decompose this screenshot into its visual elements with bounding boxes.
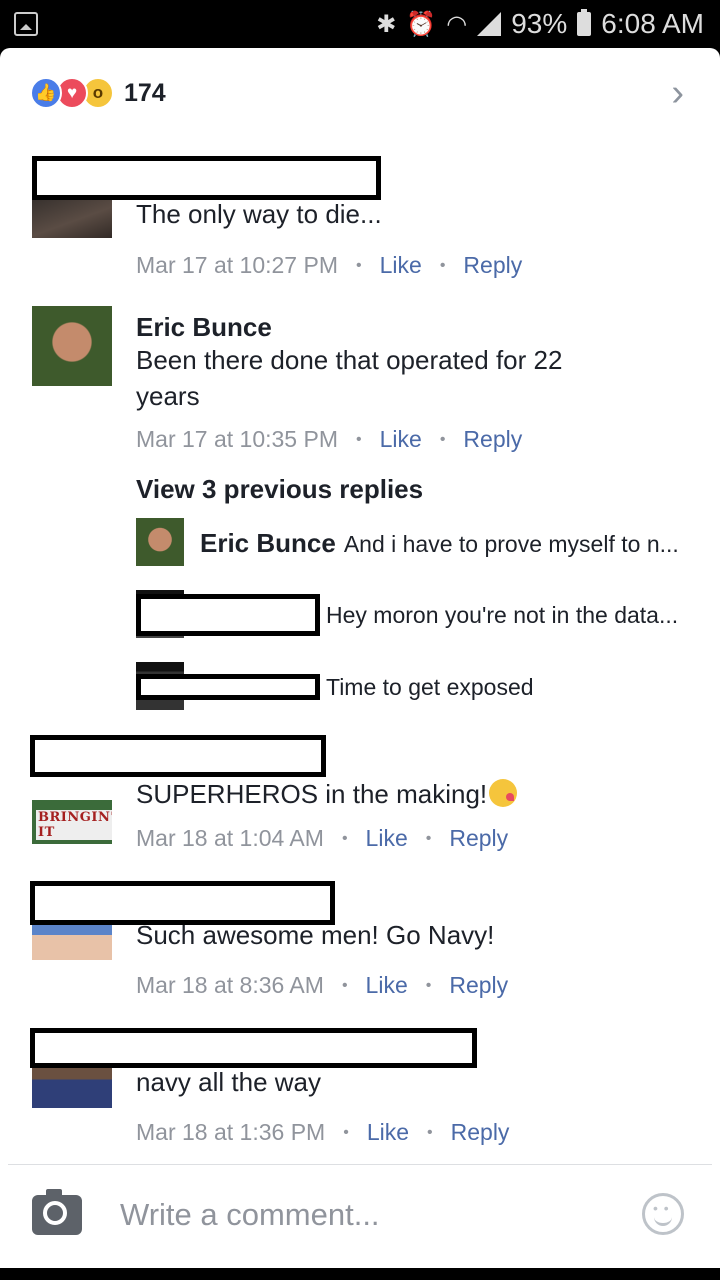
comment-input[interactable]: Write a comment... [120, 1197, 380, 1233]
separator-dot: • [439, 430, 446, 448]
comment-composer: Write a comment... [0, 1165, 720, 1268]
redacted-author [136, 594, 320, 636]
comment-text: Been there done that operated for 22 yea… [136, 345, 563, 411]
separator-dot: • [439, 256, 446, 274]
reply-link[interactable]: Reply [463, 252, 522, 279]
reply-item: Time to get exposed [136, 662, 696, 710]
like-link[interactable]: Like [366, 972, 408, 999]
signal-icon [477, 12, 502, 36]
reactions-summary[interactable]: 👍 ♥ o 174 [30, 76, 166, 110]
separator-dot: • [343, 1123, 349, 1141]
camera-icon[interactable] [32, 1189, 82, 1235]
redacted-author [32, 156, 381, 200]
reply-link[interactable]: Reply [449, 972, 508, 999]
redacted-author [30, 1028, 477, 1068]
reply-link[interactable]: Reply [463, 426, 522, 453]
clock: 6:08 AM [601, 8, 704, 39]
comment-time: Mar 17 at 10:27 PM [136, 252, 338, 278]
comment-meta: Mar 17 at 10:35 PM • Like • Reply [136, 426, 522, 453]
like-reaction-icon: 👍 [30, 77, 62, 109]
reply-author: Eric Bunce [200, 528, 336, 558]
like-link[interactable]: Like [366, 825, 408, 852]
comment-text: navy all the way [136, 1067, 321, 1097]
reaction-count: 174 [124, 78, 166, 107]
image-icon [14, 12, 38, 36]
comment-meta: Mar 18 at 1:04 AM • Like • Reply [136, 825, 508, 852]
comment-text: Such awesome men! Go Navy! [136, 920, 495, 950]
comment-text: SUPERHEROS in the making! [136, 776, 606, 812]
reply-item: Eric Bunce And i have to prove myself to … [136, 518, 696, 566]
reply-link[interactable]: Reply [451, 1119, 510, 1146]
comment-time: Mar 18 at 8:36 AM [136, 972, 324, 998]
reply-link[interactable]: Reply [449, 825, 508, 852]
like-link[interactable]: Like [380, 252, 422, 279]
separator-dot: • [356, 256, 362, 274]
separator-dot: • [427, 1123, 433, 1141]
status-icons: ✱ ⏰ ◠ 93% 6:08 AM [376, 8, 704, 40]
reply-avatar[interactable] [136, 518, 184, 566]
alarm-icon: ⏰ [406, 10, 437, 38]
battery-percent: 93% [511, 8, 568, 39]
comment-time: Mar 18 at 1:36 PM [136, 1119, 326, 1145]
battery-icon [577, 9, 592, 36]
wifi-icon: ◠ [446, 10, 468, 38]
like-link[interactable]: Like [380, 426, 422, 453]
reply-content[interactable]: Eric Bunce And i have to prove myself to … [200, 528, 679, 559]
comment-time: Mar 18 at 1:04 AM [136, 825, 324, 851]
emoji-icon[interactable] [642, 1193, 684, 1235]
avatar[interactable] [32, 306, 112, 386]
comment-meta: Mar 18 at 8:36 AM • Like • Reply [136, 972, 508, 999]
comment-time: Mar 17 at 10:35 PM [136, 426, 338, 452]
separator-dot: • [425, 976, 432, 994]
redacted-author [30, 735, 326, 777]
view-previous-replies[interactable]: View 3 previous replies [136, 474, 423, 505]
reply-text[interactable]: Time to get exposed [326, 674, 534, 701]
comment-meta: Mar 18 at 1:36 PM • Like • Reply [136, 1119, 509, 1146]
comment-author[interactable]: Eric Bunce [136, 312, 272, 343]
redacted-author [136, 674, 320, 700]
status-bar: ✱ ⏰ ◠ 93% 6:08 AM [0, 0, 720, 48]
reply-item: Hey moron you're not in the data... [136, 590, 696, 638]
reply-text: And i have to prove myself to n... [343, 531, 679, 557]
comment-text: The only way to die... [136, 199, 382, 229]
separator-dot: • [341, 829, 348, 847]
separator-dot: • [356, 430, 362, 448]
comments-sheet: 👍 ♥ o 174 › The only way to die... Mar 1… [0, 48, 720, 1268]
reply-text[interactable]: Hey moron you're not in the data... [326, 602, 678, 629]
avatar-caption: BRINGIN' IT [36, 810, 112, 840]
kiss-emoji-icon [489, 779, 518, 807]
separator-dot: • [341, 976, 348, 994]
comment-text-body: SUPERHEROS in the making! [136, 779, 488, 809]
like-link[interactable]: Like [367, 1119, 409, 1146]
separator-dot: • [425, 829, 432, 847]
avatar[interactable] [32, 1064, 112, 1108]
bluetooth-icon: ✱ [376, 10, 397, 38]
chevron-right-icon[interactable]: › [671, 74, 684, 112]
comment-meta: Mar 17 at 10:27 PM • Like • Reply [136, 252, 522, 279]
